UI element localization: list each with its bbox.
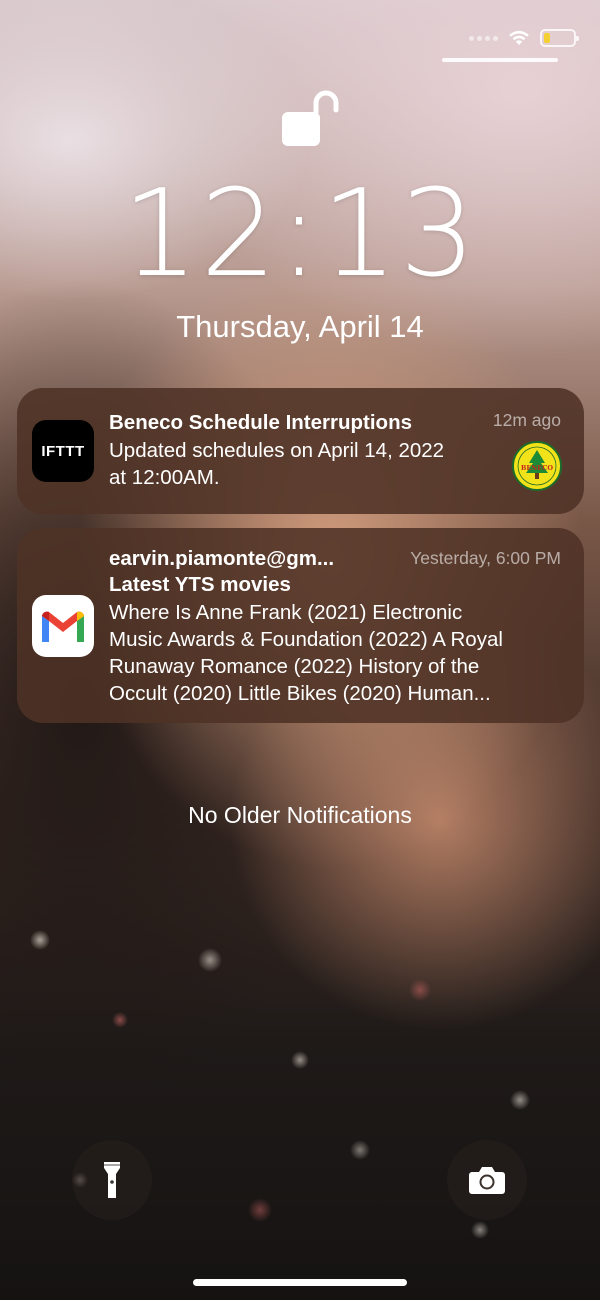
cellular-signal-icon: [469, 35, 498, 41]
notification-body-line: Occult (2020) Little Bikes (2020) Human.…: [109, 682, 491, 705]
battery-icon: [540, 29, 579, 47]
camera-button[interactable]: [447, 1140, 527, 1220]
beneco-logo: BENECO: [512, 441, 562, 491]
no-older-notifications-label: No Older Notifications: [188, 802, 412, 828]
notification-sender: earvin.piamonte@gm...: [109, 547, 335, 570]
notification-body-line: at 12:00AM.: [109, 466, 220, 489]
notification-title: Beneco Schedule Interruptions: [109, 411, 412, 434]
beneco-logo-text: BENECO: [521, 464, 554, 472]
notification-title: Latest YTS movies: [109, 573, 291, 596]
control-center-grabber[interactable]: [442, 58, 558, 62]
wifi-icon: [509, 30, 529, 45]
notification-time: 12m ago: [492, 410, 561, 430]
wallpaper-floral-pattern: [0, 880, 600, 1300]
battery-level-fill: [544, 33, 550, 43]
flashlight-icon: [104, 1162, 120, 1198]
notification-body-line: Where Is Anne Frank (2021) Electronic: [109, 601, 463, 624]
notification-body: Updated schedules on April 14, 2022 at 1…: [109, 437, 499, 491]
notification-gmail[interactable]: earvin.piamonte@gm... Yesterday, 6:00 PM…: [17, 528, 584, 723]
gmail-icon: [32, 595, 94, 657]
ifttt-icon: IFTTT: [32, 420, 94, 482]
camera-icon: [469, 1167, 505, 1194]
notification-body-line: Runaway Romance (2022) History of the: [109, 655, 480, 678]
lock-screen-date: Thursday, April 14: [176, 309, 424, 344]
flashlight-button[interactable]: [72, 1140, 152, 1220]
notification-body: Where Is Anne Frank (2021) Electronic Mu…: [109, 599, 569, 707]
notification-body-line: Music Awards & Foundation (2022) A Royal: [109, 628, 503, 651]
ifttt-icon-label: IFTTT: [41, 442, 85, 460]
notification-body-line: Updated schedules on April 14, 2022: [109, 439, 445, 462]
unlocked-padlock-icon: [282, 90, 339, 146]
home-indicator[interactable]: [193, 1279, 407, 1286]
status-bar: [469, 24, 579, 52]
lock-screen-time: 12:13: [122, 165, 478, 304]
notification-ifttt[interactable]: IFTTT Beneco Schedule Interruptions 12m …: [17, 388, 584, 514]
notification-time: Yesterday, 6:00 PM: [410, 548, 561, 568]
gmail-logo-icon: [42, 611, 84, 642]
